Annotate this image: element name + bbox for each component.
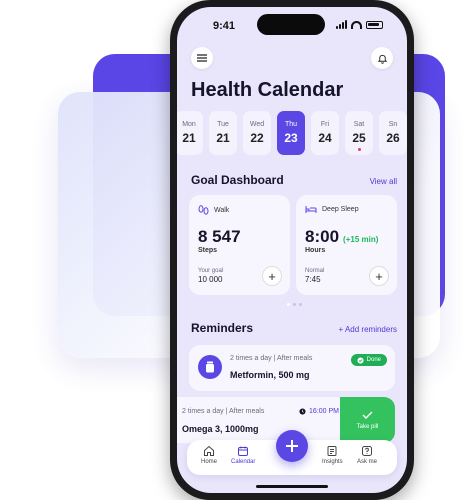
tab-insights-label: Insights bbox=[322, 459, 343, 465]
deep-sleep-card[interactable]: Deep Sleep 8:00 (+15 min) Hours Normal 7:… bbox=[296, 195, 397, 295]
day-sun[interactable]: Sn 26 bbox=[379, 111, 407, 155]
done-badge: Done bbox=[350, 354, 387, 366]
carousel-pager bbox=[287, 303, 302, 306]
tab-ask-me-label: Ask me bbox=[357, 459, 378, 465]
sleep-normal-value: 7:45 bbox=[305, 275, 321, 284]
day-sat[interactable]: Sat 25 bbox=[345, 111, 373, 155]
sleep-delta: (+15 min) bbox=[343, 235, 379, 244]
clock-icon bbox=[299, 408, 306, 415]
tab-home[interactable]: Home bbox=[201, 445, 217, 465]
day-date: 24 bbox=[318, 131, 332, 145]
pager-dot bbox=[299, 303, 302, 306]
sleep-value-row: 8:00 (+15 min) bbox=[305, 227, 378, 247]
add-sleep-button[interactable]: + bbox=[369, 266, 389, 286]
check-circle-icon bbox=[357, 356, 364, 364]
day-tue[interactable]: Tue 21 bbox=[209, 111, 237, 155]
walk-goal-label: Your goal bbox=[198, 268, 224, 274]
reminder-omega3-body: 2 times a day | After meals Omega 3, 100… bbox=[177, 397, 347, 443]
day-date: 21 bbox=[216, 131, 230, 145]
sleep-label: Deep Sleep bbox=[322, 206, 359, 213]
event-dot bbox=[357, 148, 361, 151]
bed-icon bbox=[305, 206, 317, 213]
tab-calendar[interactable]: Calendar bbox=[231, 445, 255, 465]
day-thu-selected[interactable]: Thu 23 bbox=[277, 111, 305, 155]
signal-icon bbox=[336, 20, 347, 29]
day-date: 25 bbox=[352, 131, 366, 145]
tab-calendar-label: Calendar bbox=[231, 459, 256, 465]
footsteps-icon bbox=[198, 205, 209, 215]
done-label: Done bbox=[366, 357, 381, 363]
day-name: Wed bbox=[249, 121, 265, 128]
reminder-metformin[interactable]: 2 times a day | After meals Metformin, 5… bbox=[189, 345, 395, 391]
reminder-time: 16:00 PM bbox=[299, 408, 339, 415]
tab-ask-me[interactable]: Ask me bbox=[357, 445, 377, 465]
notifications-button[interactable] bbox=[371, 47, 393, 69]
day-name: Sn bbox=[388, 121, 398, 128]
reminder-name: Metformin, 500 mg bbox=[230, 370, 310, 380]
day-name: Tue bbox=[217, 121, 229, 128]
sleep-normal-label: Normal bbox=[305, 268, 325, 274]
day-date: 23 bbox=[284, 131, 298, 145]
add-reminders-link[interactable]: + Add reminders bbox=[339, 325, 397, 334]
wifi-icon bbox=[351, 20, 362, 29]
stage: 9:41 Health Calendar Mon 21 Tue 21 Wed 22 T… bbox=[0, 0, 463, 500]
sleep-value: 8:00 bbox=[305, 227, 340, 246]
day-date: 21 bbox=[182, 131, 196, 145]
reminders-title: Reminders bbox=[191, 321, 254, 335]
walk-value: 8 547 bbox=[198, 227, 241, 246]
dynamic-island bbox=[257, 14, 325, 35]
pill-bottle-icon bbox=[198, 355, 222, 379]
menu-button[interactable] bbox=[191, 47, 213, 69]
day-name: Mon bbox=[182, 121, 196, 128]
day-wed[interactable]: Wed 22 bbox=[243, 111, 271, 155]
reminder-name: Omega 3, 1000mg bbox=[182, 424, 259, 434]
status-time: 9:41 bbox=[213, 20, 236, 32]
tab-home-label: Home bbox=[201, 459, 218, 465]
day-name: Sat bbox=[353, 121, 365, 128]
walk-goal-value: 10 000 bbox=[198, 275, 223, 284]
day-name: Fri bbox=[320, 121, 330, 128]
day-fri[interactable]: Fri 24 bbox=[311, 111, 339, 155]
add-walk-button[interactable]: + bbox=[262, 266, 282, 286]
page-title: Health Calendar bbox=[191, 79, 344, 101]
add-fab-button[interactable] bbox=[276, 430, 308, 462]
take-pill-label: Take pill bbox=[356, 423, 379, 430]
walk-unit: Steps bbox=[198, 247, 218, 254]
reminder-meta: 2 times a day | After meals bbox=[230, 355, 313, 362]
goal-dashboard-title: Goal Dashboard bbox=[191, 173, 284, 187]
view-all-link[interactable]: View all bbox=[370, 177, 397, 186]
calendar-icon bbox=[238, 446, 249, 456]
reminder-meta: 2 times a day | After meals bbox=[182, 408, 265, 415]
day-name: Thu bbox=[284, 121, 298, 128]
check-icon bbox=[362, 411, 373, 419]
bell-icon bbox=[377, 54, 387, 64]
hamburger-icon bbox=[197, 54, 207, 62]
walk-header: Walk bbox=[198, 205, 229, 215]
day-date: 22 bbox=[250, 131, 264, 145]
day-date: 26 bbox=[386, 131, 400, 145]
battery-icon bbox=[366, 20, 383, 29]
sleep-unit: Hours bbox=[305, 247, 326, 254]
pager-dot bbox=[293, 303, 296, 306]
week-strip: Mon 21 Tue 21 Wed 22 Thu 23 Fri 24 Sat 25 Sn 26 bbox=[177, 111, 407, 155]
pager-dot bbox=[287, 303, 290, 306]
home-icon bbox=[204, 445, 214, 456]
walk-card[interactable]: Walk 8 547 Steps Your goal 10 000 + bbox=[189, 195, 290, 295]
tab-insights[interactable]: Insights bbox=[322, 445, 343, 465]
insights-icon bbox=[327, 446, 337, 456]
sleep-header: Deep Sleep bbox=[305, 205, 359, 214]
reminder-time-label: 16:00 PM bbox=[309, 408, 339, 415]
walk-label: Walk bbox=[214, 206, 230, 214]
help-icon bbox=[362, 446, 372, 456]
day-mon[interactable]: Mon 21 bbox=[177, 111, 203, 155]
status-icons bbox=[336, 20, 383, 29]
take-pill-button[interactable]: Take pill bbox=[340, 397, 395, 443]
phone-frame: 9:41 Health Calendar Mon 21 Tue 21 Wed 22 T… bbox=[170, 0, 414, 500]
home-indicator bbox=[256, 485, 328, 488]
plus-icon bbox=[286, 440, 298, 452]
phone-screen: 9:41 Health Calendar Mon 21 Tue 21 Wed 22 T… bbox=[177, 7, 407, 493]
